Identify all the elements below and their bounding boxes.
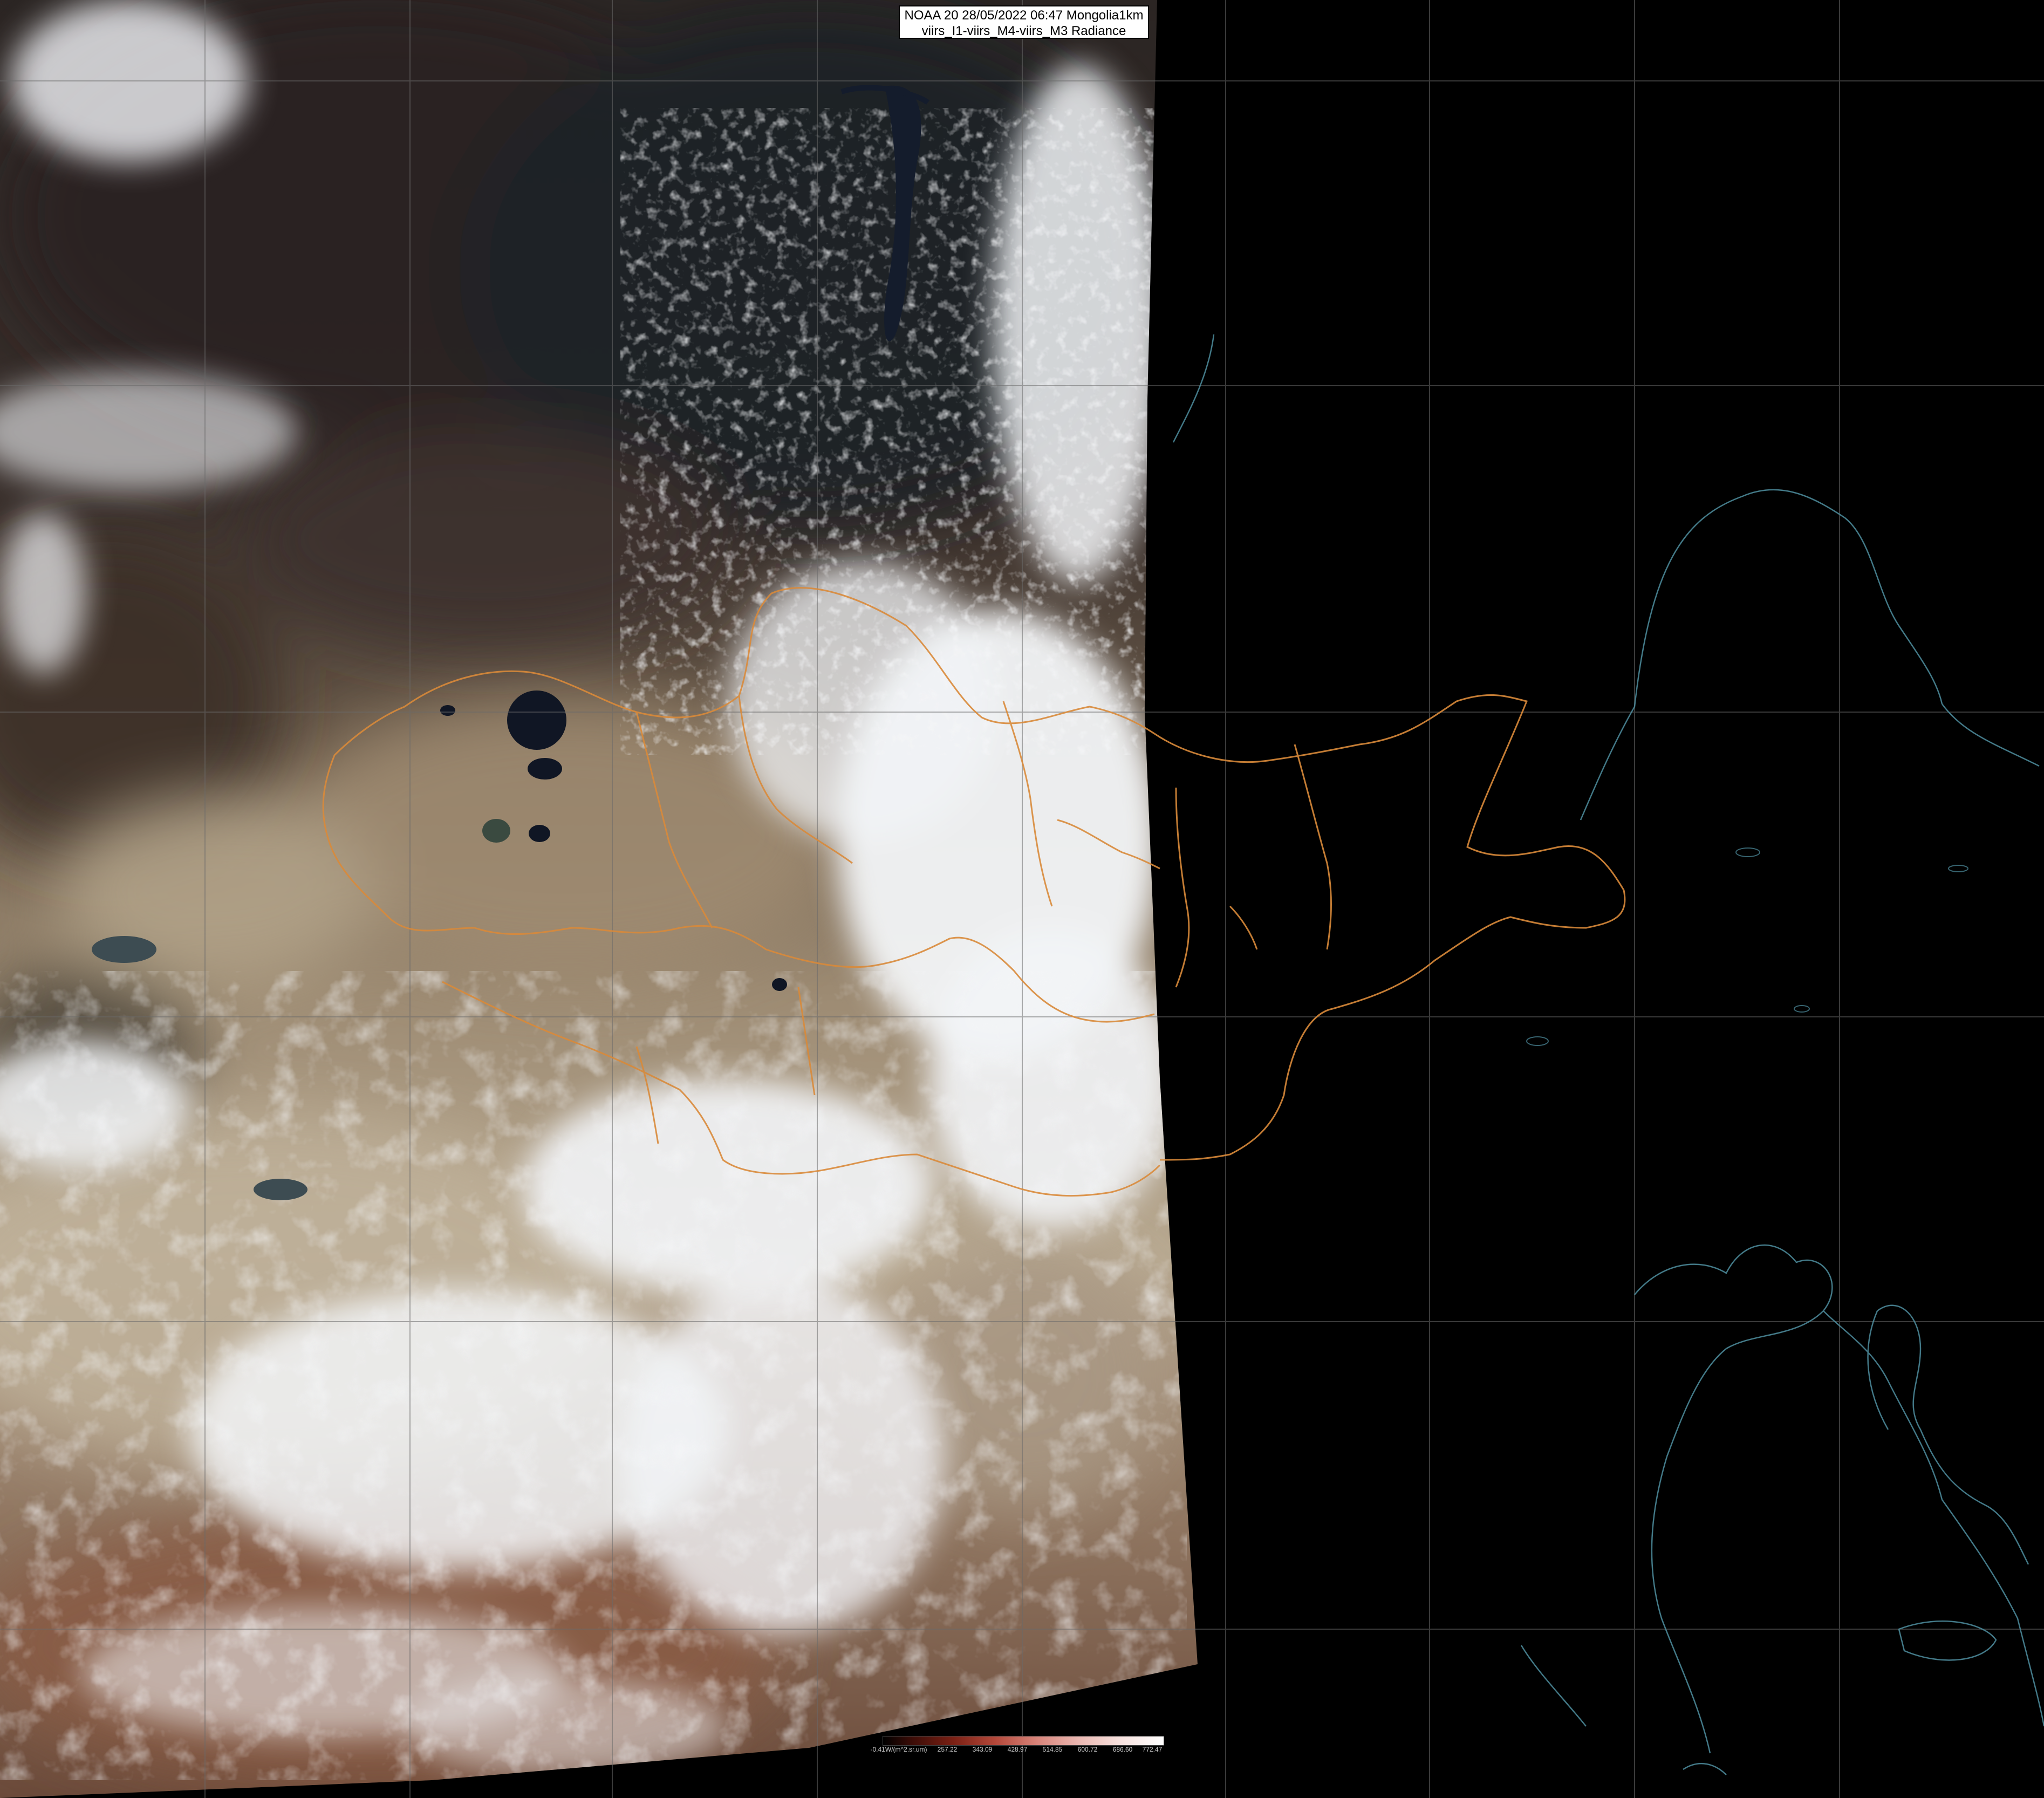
legend-tick: 772.47 [1142,1746,1163,1753]
map-subtitle: viirs_I1-viirs_M4-viirs_M3 Radiance [921,24,1126,38]
legend-tick: 257.22 [937,1746,958,1753]
satellite-image [0,0,2044,1798]
legend-tick: 514.85 [1042,1746,1063,1753]
map-title-box: NOAA 20 28/05/2022 06:47 Mongolia1km vii… [899,5,1149,39]
color-legend: -0.41W/(m^2.sr.um) 257.22 343.09 428.97 … [871,1736,1164,1763]
legend-tick-labels: -0.41W/(m^2.sr.um) 257.22 343.09 428.97 … [871,1746,1163,1756]
map-title: NOAA 20 28/05/2022 06:47 Mongolia1km [904,8,1144,23]
legend-tick: 428.97 [1007,1746,1028,1753]
satellite-swath [0,0,1198,1798]
legend-unit-label: -0.41W/(m^2.sr.um) [870,1746,927,1753]
legend-colorbar [883,1736,1164,1746]
legend-tick: 343.09 [972,1746,993,1753]
legend-tick: 686.60 [1112,1746,1133,1753]
legend-tick: 600.72 [1077,1746,1098,1753]
